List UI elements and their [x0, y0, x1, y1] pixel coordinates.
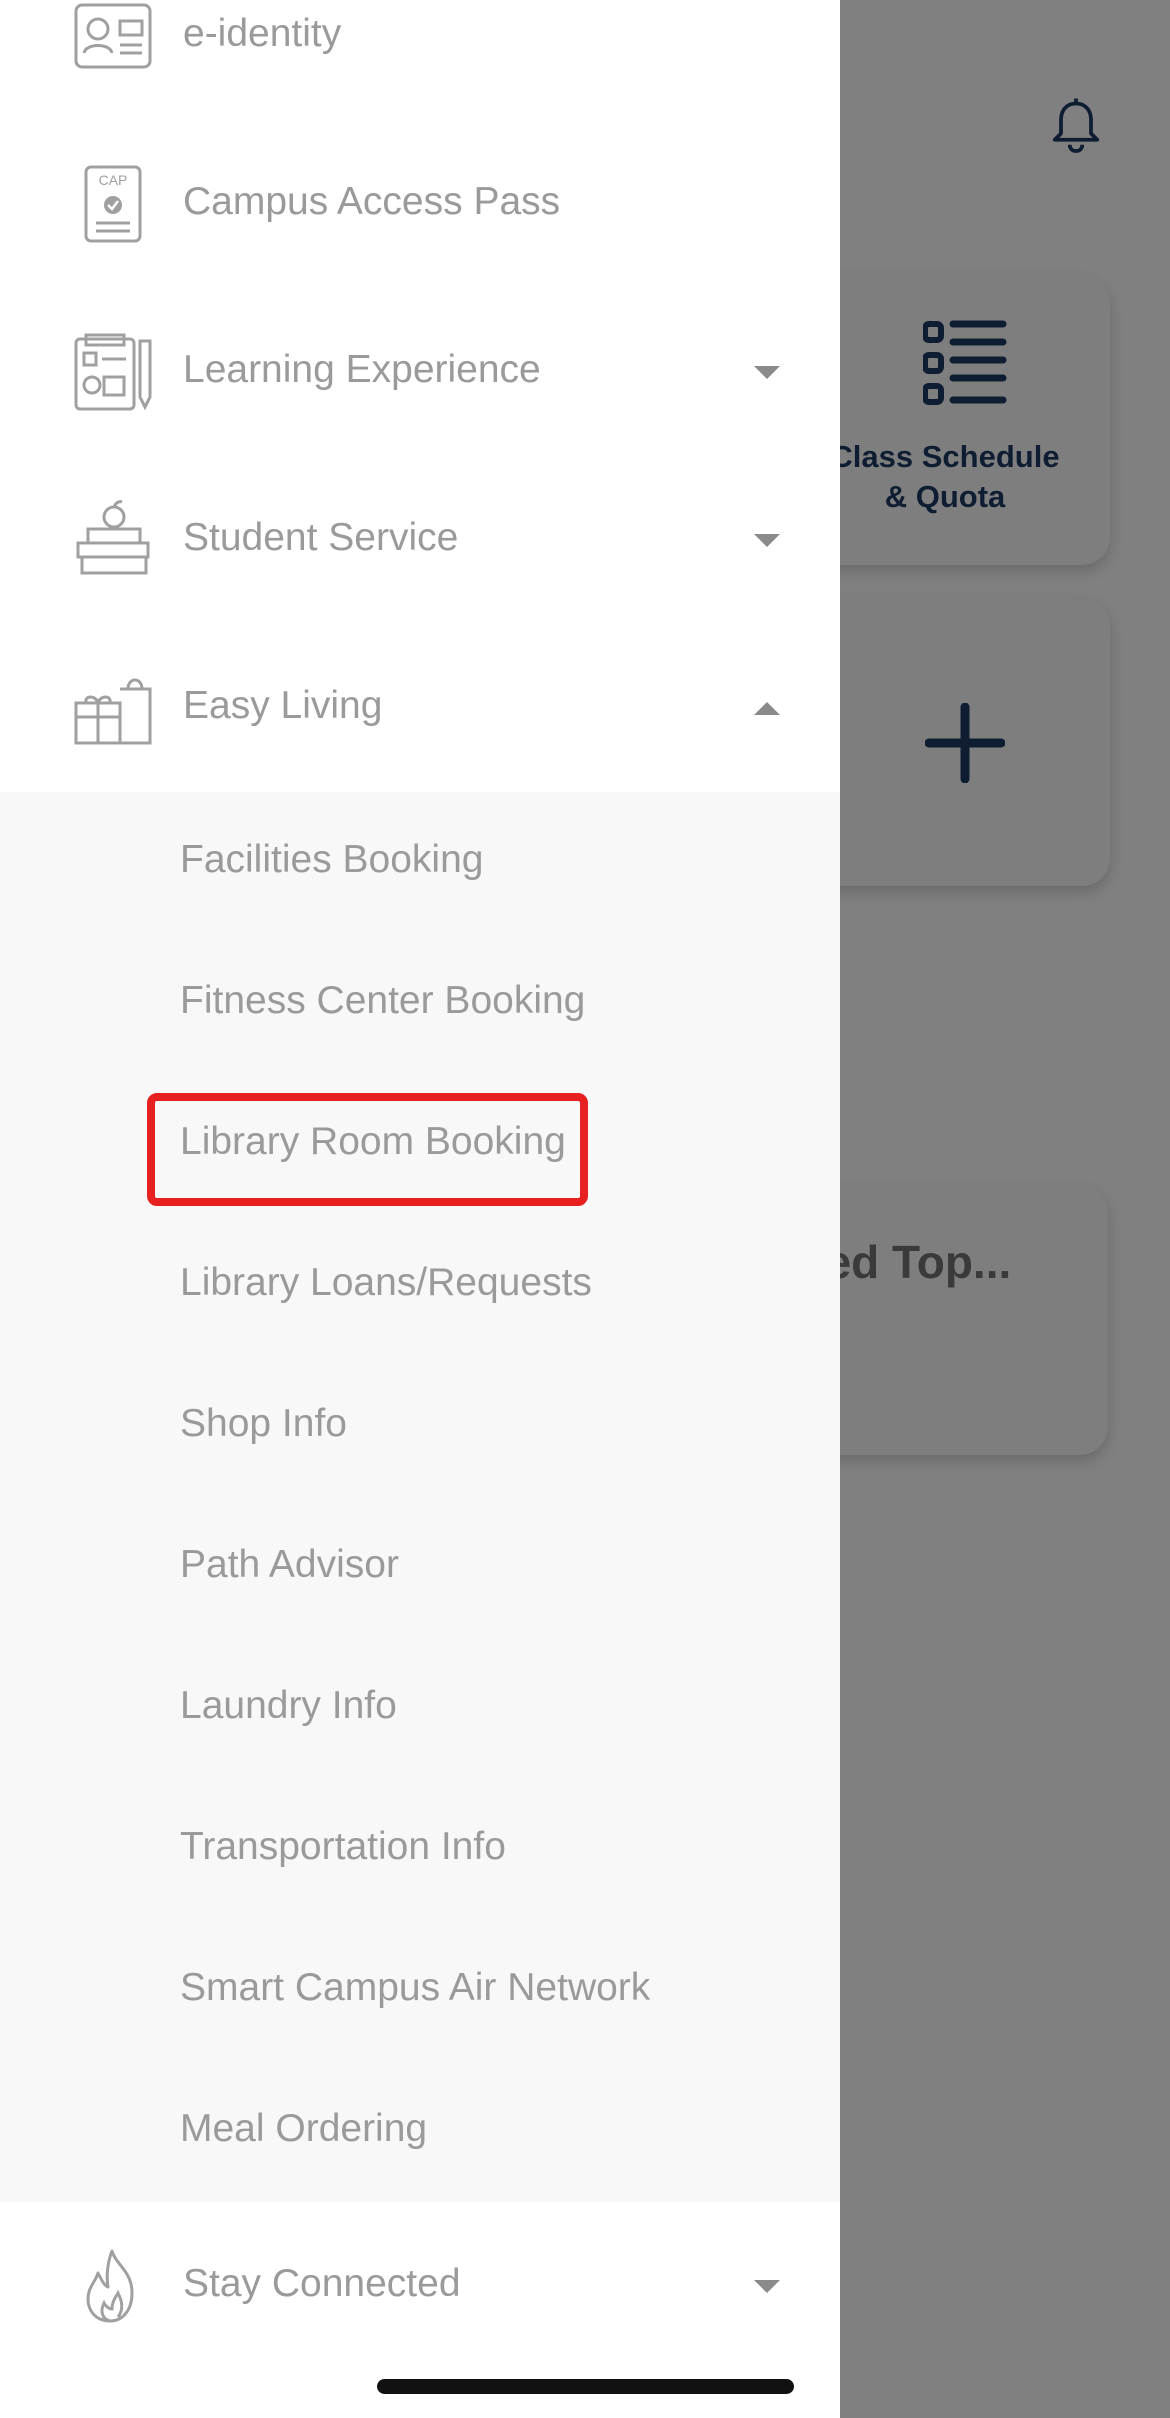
submenu-item-path-advisor[interactable]: Path Advisor: [0, 1497, 840, 1638]
menu-label: e-identity: [183, 12, 342, 55]
submenu-label: Library Loans/Requests: [180, 1261, 592, 1304]
menu-label: Student Service: [183, 516, 459, 559]
submenu-item-transportation-info[interactable]: Transportation Info: [0, 1779, 840, 1920]
easy-living-submenu: Facilities Booking Fitness Center Bookin…: [0, 792, 840, 2202]
menu-item-campus-access-pass[interactable]: CAP Campus Access Pass: [0, 120, 840, 288]
plus-icon: [925, 703, 1005, 783]
menu-item-e-identity[interactable]: e-identity: [0, 0, 840, 120]
chevron-down-icon[interactable]: [754, 2280, 780, 2293]
submenu-item-smart-campus-air-network[interactable]: Smart Campus Air Network: [0, 1920, 840, 2061]
submenu-item-meal-ordering[interactable]: Meal Ordering: [0, 2061, 840, 2202]
highlight-box: [147, 1093, 588, 1206]
menu-label: Campus Access Pass: [183, 180, 561, 223]
submenu-item-facilities-booking[interactable]: Facilities Booking: [0, 792, 840, 933]
flame-icon: [86, 2249, 134, 2323]
submenu-label: Meal Ordering: [180, 2107, 428, 2150]
id-card-icon: [74, 3, 152, 69]
list-icon: [923, 320, 1007, 405]
svg-text:CAP: CAP: [99, 172, 128, 188]
submenu-label: Fitness Center Booking: [180, 979, 586, 1022]
menu-item-student-service[interactable]: Student Service: [0, 456, 840, 624]
chevron-down-icon[interactable]: [754, 366, 780, 379]
chevron-down-icon[interactable]: [754, 534, 780, 547]
home-indicator: [377, 2379, 794, 2394]
chevron-up-icon[interactable]: [754, 702, 780, 715]
menu-item-learning-experience[interactable]: Learning Experience: [0, 288, 840, 456]
submenu-item-laundry-info[interactable]: Laundry Info: [0, 1638, 840, 1779]
menu-label: Learning Experience: [183, 348, 541, 391]
submenu-item-shop-info[interactable]: Shop Info: [0, 1356, 840, 1497]
submenu-label: Smart Campus Air Network: [180, 1966, 651, 2009]
menu-label: Easy Living: [183, 684, 383, 727]
submenu-item-library-loans[interactable]: Library Loans/Requests: [0, 1215, 840, 1356]
learning-icon: [74, 333, 152, 411]
submenu-label: Facilities Booking: [180, 838, 484, 881]
student-service-icon: [76, 500, 150, 575]
submenu-item-fitness-center-booking[interactable]: Fitness Center Booking: [0, 933, 840, 1074]
menu-label: Stay Connected: [183, 2262, 461, 2305]
menu-item-easy-living[interactable]: Easy Living: [0, 624, 840, 792]
cap-pass-icon: CAP: [84, 165, 142, 243]
menu-item-stay-connected[interactable]: Stay Connected: [0, 2202, 840, 2370]
submenu-label: Shop Info: [180, 1402, 347, 1445]
submenu-label: Path Advisor: [180, 1543, 399, 1586]
submenu-label: Laundry Info: [180, 1684, 397, 1727]
submenu-label: Transportation Info: [180, 1825, 506, 1868]
easy-living-icon: [74, 678, 152, 745]
bell-icon[interactable]: [1046, 96, 1106, 156]
navigation-drawer: e-identity CAP Campus Access Pass Learni…: [0, 0, 840, 2418]
